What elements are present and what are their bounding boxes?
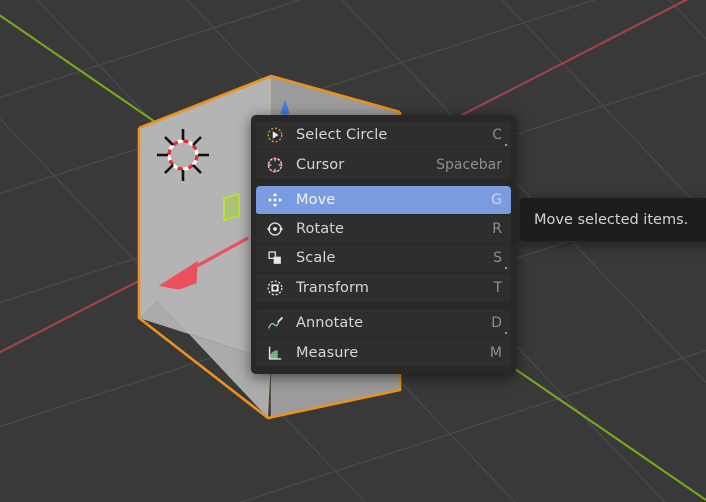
menu-item-annotate[interactable]: Annotate D: [256, 309, 511, 338]
menu-item-scale[interactable]: Scale S: [256, 244, 511, 273]
scale-icon-wrap: [265, 248, 285, 268]
transform-icon: [267, 279, 283, 296]
measure-icon-wrap: [265, 343, 285, 363]
menu-item-label: Measure: [296, 344, 359, 361]
menu-item-shortcut: S: [493, 250, 502, 266]
rotate-icon: [267, 222, 283, 236]
menu-item-shortcut: Spacebar: [436, 156, 502, 173]
menu-item-label: Transform: [296, 279, 370, 296]
move-icon: [267, 192, 283, 208]
submenu-indicator-icon: [505, 267, 507, 269]
move-icon-wrap: [265, 190, 285, 210]
menu-item-label: Annotate: [296, 315, 364, 331]
tooltip: Move selected items.: [520, 198, 706, 241]
menu-group-2: Annotate D Measure M: [256, 309, 511, 367]
select-circle-icon-wrap: [265, 125, 285, 145]
menu-item-rotate[interactable]: Rotate R: [256, 215, 511, 244]
menu-item-label: Select Circle: [296, 127, 388, 143]
cursor-icon: [267, 157, 283, 172]
menu-item-shortcut: G: [491, 192, 502, 208]
menu-group-0: Select Circle C Cursor Spacebar: [256, 121, 511, 179]
menu-item-shortcut: M: [489, 344, 502, 361]
menu-item-move[interactable]: Move G: [256, 186, 511, 215]
annotate-icon-wrap: [265, 313, 285, 333]
transform-icon-wrap: [265, 278, 285, 298]
menu-item-shortcut: T: [493, 279, 502, 296]
menu-item-cursor[interactable]: Cursor Spacebar: [256, 150, 511, 179]
scale-icon: [268, 251, 281, 264]
menu-item-label: Rotate: [296, 221, 345, 237]
measure-icon: [268, 346, 282, 360]
context-menu[interactable]: Select Circle C Cursor Spacebar Move G Rotate R…: [251, 115, 516, 374]
menu-item-shortcut: D: [491, 315, 502, 331]
gizmo-plane-y-handle: [223, 192, 240, 222]
menu-item-shortcut: C: [492, 127, 502, 143]
menu-group-1: Move G Rotate R Scale S Transform T: [256, 186, 511, 302]
submenu-indicator-icon: [505, 332, 507, 334]
menu-item-select-circle[interactable]: Select Circle C: [256, 121, 511, 150]
menu-item-label: Move: [296, 192, 336, 208]
gizmo-arrow-x: [158, 236, 249, 290]
submenu-indicator-icon: [505, 144, 507, 146]
menu-item-shortcut: R: [492, 221, 502, 237]
tooltip-text: Move selected items.: [534, 211, 689, 228]
menu-item-measure[interactable]: Measure M: [256, 338, 511, 367]
cursor-icon-wrap: [265, 155, 285, 175]
rotate-icon-wrap: [265, 219, 285, 239]
viewport-3d[interactable]: Select Circle C Cursor Spacebar Move G Rotate R…: [0, 0, 706, 502]
annotate-icon: [268, 316, 284, 329]
menu-item-label: Cursor: [296, 156, 345, 173]
menu-item-label: Scale: [296, 250, 336, 266]
select-circle-icon: [267, 127, 283, 143]
menu-item-transform[interactable]: Transform T: [256, 273, 511, 302]
